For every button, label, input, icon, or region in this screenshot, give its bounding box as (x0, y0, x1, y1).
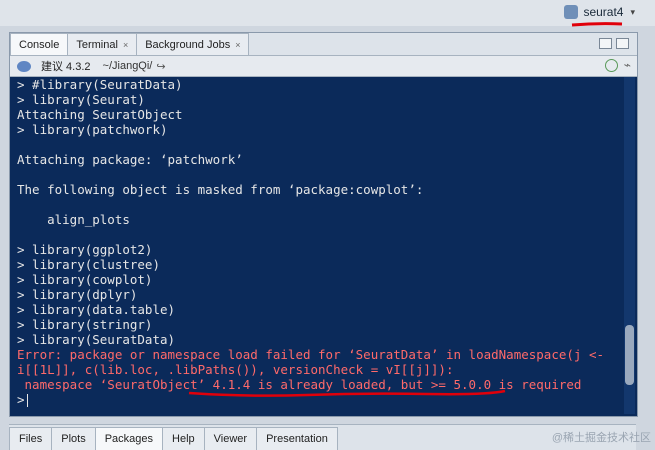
console-error-line: Error: package or namespace load failed … (17, 347, 604, 362)
tab-presentation[interactable]: Presentation (256, 427, 338, 450)
window-controls (599, 38, 629, 49)
scrollbar-thumb[interactable] (625, 325, 634, 385)
console-pane: Console Terminal × Background Jobs × 建议 … (9, 32, 638, 417)
tab-files[interactable]: Files (9, 427, 53, 450)
bottom-pane-tabs: Files Plots Packages Help Viewer Present… (9, 424, 636, 450)
minimize-icon[interactable] (599, 38, 612, 49)
watermark: @稀土掘金技术社区 (551, 432, 651, 444)
console-line: > library(ggplot2) (17, 242, 153, 257)
tab-viewer[interactable]: Viewer (203, 427, 258, 450)
working-directory[interactable]: ~/JiangQi/ (103, 60, 153, 72)
pane-tabs: Console Terminal × Background Jobs × (10, 33, 637, 56)
chevron-down-icon: ▾ (630, 6, 635, 17)
tab-plots[interactable]: Plots (51, 427, 96, 450)
red-underline-project (571, 22, 623, 27)
r-version: 建议 4.3.2 (41, 61, 91, 73)
console-line: > library(cowplot) (17, 272, 153, 287)
console-error-line: i[[1L]], c(lib.loc, .libPaths()), versio… (17, 362, 454, 377)
console-line: The following object is masked from ‘pac… (17, 182, 424, 197)
forward-arrow-icon[interactable]: ↪ (156, 60, 165, 73)
text-cursor (26, 394, 28, 407)
console-line: > library(patchwork) (17, 122, 168, 137)
maximize-icon[interactable] (616, 38, 629, 49)
red-underline-error (188, 389, 506, 397)
top-bar: seurat4 ▾ (0, 0, 655, 27)
console-line: > library(SeuratData) (17, 332, 176, 347)
tab-console[interactable]: Console (10, 33, 69, 55)
console-line: > library(Seurat) (17, 92, 145, 107)
r-logo-icon (17, 60, 31, 72)
console-line: Attaching package: ‘patchwork’ (17, 152, 243, 167)
status-icon (604, 59, 618, 72)
tab-packages[interactable]: Packages (94, 427, 164, 450)
console-line: > #library(SeuratData) (17, 77, 183, 92)
tab-terminal[interactable]: Terminal × (67, 33, 138, 55)
console-toolbar: 建议 4.3.2 ~/JiangQi/ ↪ ⌁ (10, 56, 637, 77)
console-output[interactable]: > #library(SeuratData) > library(Seurat) A… (10, 77, 622, 416)
console-line: > library(clustree) (17, 257, 160, 272)
broom-icon[interactable]: ⌁ (624, 59, 631, 72)
tab-help[interactable]: Help (162, 427, 205, 450)
console-line: align_plots (17, 212, 130, 227)
console-line: Attaching SeuratObject (17, 107, 183, 122)
scrollbar[interactable] (624, 77, 635, 414)
project-icon (564, 5, 579, 19)
console-prompt: > (17, 392, 25, 407)
close-icon[interactable]: × (123, 40, 128, 50)
console-line: > library(dplyr) (17, 287, 138, 302)
close-icon[interactable]: × (235, 40, 240, 50)
project-name: seurat4 (583, 5, 624, 19)
tab-background-jobs[interactable]: Background Jobs × (136, 33, 250, 55)
console-line: > library(stringr) (17, 317, 153, 332)
console-line: > library(data.table) (17, 302, 176, 317)
project-menu[interactable]: seurat4 ▾ (564, 5, 635, 19)
